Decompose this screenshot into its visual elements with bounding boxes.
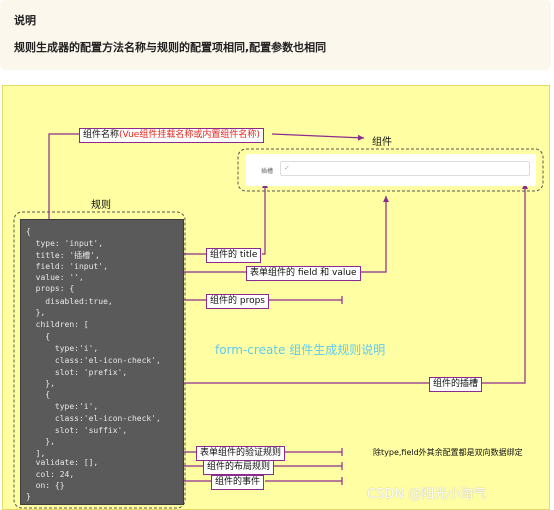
- code-line: on: {}: [26, 481, 65, 490]
- on-callout: 组件的事件: [211, 475, 265, 490]
- col-callout: 组件的布局规则: [203, 460, 275, 475]
- field-value-callout: 表单组件的 field 和 value: [246, 266, 361, 281]
- component-name-callout: 组件名称(Vue组件挂载名称或内置组件名称): [79, 128, 264, 143]
- props-callout: 组件的 props: [206, 294, 269, 309]
- preview-field-label: 插槽: [261, 168, 274, 175]
- code-line: {: [26, 390, 51, 399]
- code-line: children: [: [26, 320, 89, 329]
- diagram-title: form-create 组件生成规则说明: [215, 343, 386, 357]
- code-line: class:'el-icon-check',: [26, 414, 161, 423]
- code-line: type:'i',: [26, 402, 99, 411]
- code-line: },: [26, 437, 55, 446]
- component-preview: 插槽 ✓: [246, 154, 536, 186]
- title-callout: 组件的 title: [206, 248, 262, 263]
- code-line: props: {: [26, 284, 75, 293]
- preview-input[interactable]: ✓: [280, 161, 530, 176]
- code-line: validate: [],: [26, 458, 99, 467]
- code-line: {: [26, 227, 31, 236]
- code-line: type: 'input',: [26, 239, 104, 248]
- code-line: slot: 'prefix',: [26, 368, 128, 377]
- rule-caption: 规则: [91, 200, 111, 211]
- code-line: }: [26, 492, 31, 501]
- code-line: field: 'input',: [26, 262, 108, 271]
- watermark: CSDN @阳光小淘气: [367, 487, 487, 502]
- code-line: title: '插槽',: [26, 251, 100, 260]
- validate-callout: 表单组件的验证规则: [196, 446, 286, 461]
- code-line: },: [26, 308, 46, 317]
- code-line: col: 24,: [26, 470, 75, 479]
- code-line: type:'i',: [26, 344, 99, 353]
- rule-code-block: { type: 'input', title: '插槽', field: 'in…: [20, 219, 184, 505]
- check-icon: ✓: [284, 164, 290, 172]
- component-name-label: 组件名称: [83, 130, 120, 140]
- code-line: {: [26, 332, 51, 341]
- code-line: disabled:true,: [26, 297, 113, 306]
- component-caption: 组件: [372, 137, 392, 148]
- code-line: class:'el-icon-check',: [26, 356, 161, 365]
- code-line: },: [26, 379, 55, 388]
- binding-note: 除type,field外其余配置都是双向数据绑定: [373, 448, 523, 457]
- code-line: slot: 'suffix',: [26, 426, 128, 435]
- component-name-hint: (Vue组件挂载名称或内置组件名称): [119, 130, 260, 140]
- slot-callout: 组件的插槽: [429, 377, 483, 392]
- code-line: value: '',: [26, 273, 84, 282]
